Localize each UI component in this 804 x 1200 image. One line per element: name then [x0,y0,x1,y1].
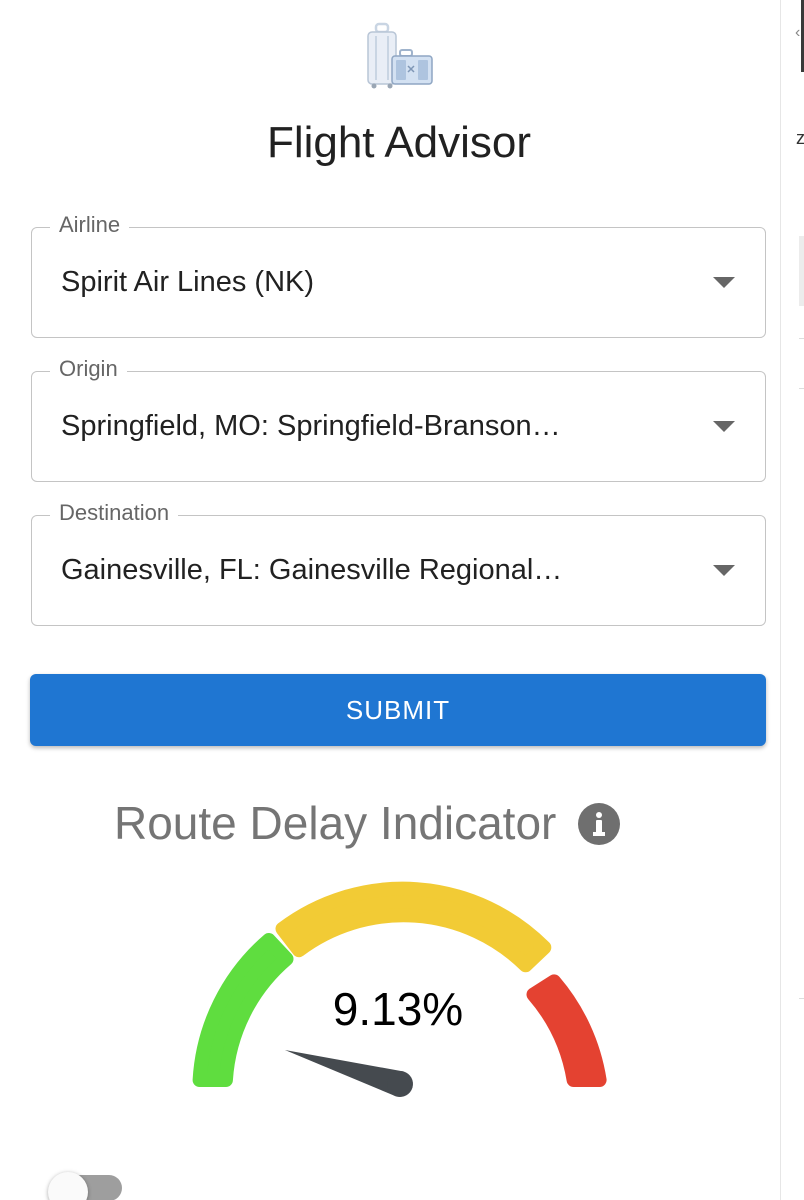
background-edge-divider [799,998,804,999]
background-edge-glyph: z [796,128,804,148]
luggage-icon [367,22,433,89]
airline-select[interactable]: Airline Spirit Air Lines (NK) [31,212,766,338]
origin-label: Origin [50,356,127,382]
chevron-left-icon: ‹ [795,24,801,41]
background-edge-divider [799,388,804,389]
destination-value: Gainesville, FL: Gainesville Regional… [61,554,563,586]
info-icon-dot [596,812,602,818]
background-edge-bar [799,236,804,306]
gauge-value: 9.13% [332,983,464,1035]
submit-button[interactable]: SUBMIT [30,674,766,746]
airline-label: Airline [50,212,130,238]
destination-select[interactable]: Destination Gainesville, FL: Gainesville… [31,500,766,626]
chevron-down-icon[interactable] [713,277,735,288]
chevron-down-icon[interactable] [713,421,735,432]
background-window-edge: ‹ z [780,0,804,1200]
info-icon-foot [593,832,605,836]
toggle-switch[interactable] [48,1172,124,1200]
info-icon[interactable] [578,803,620,845]
gauge-needle-shape [284,1050,404,1097]
origin-select[interactable]: Origin Springfield, MO: Springfield-Bran… [31,356,766,482]
gauge-needle [284,1050,413,1097]
gauge-title: Route Delay Indicator [114,797,557,849]
chevron-down-icon[interactable] [713,565,735,576]
airline-value: Spirit Air Lines (NK) [61,266,315,298]
app-title: Flight Advisor [266,118,532,167]
destination-label: Destination [50,500,179,526]
origin-value: Springfield, MO: Springfield-Branson… [61,410,561,442]
gauge-zone-medium [275,881,552,973]
flight-advisor-panel: Flight Advisor Airline Spirit Air Lines … [0,0,780,1200]
background-edge-divider [799,338,804,339]
